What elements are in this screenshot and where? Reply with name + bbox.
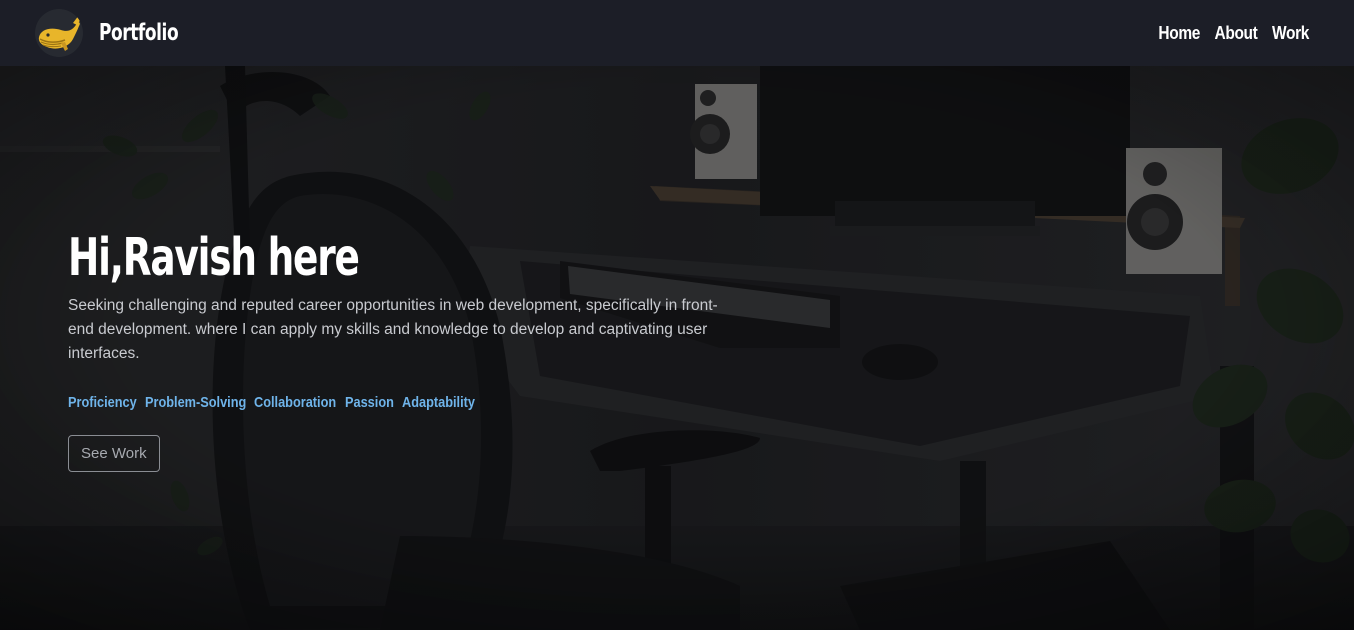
skill-tag: Collaboration [254, 394, 337, 411]
hero-section: Hi,Ravish here Seeking challenging and r… [0, 66, 1354, 630]
hero-title: Hi,Ravish here [68, 228, 360, 288]
see-work-button[interactable]: See Work [68, 435, 160, 472]
hero-content: Hi,Ravish here Seeking challenging and r… [68, 226, 728, 472]
whale-logo-icon[interactable] [35, 9, 83, 57]
skill-tag: Problem-Solving [145, 394, 247, 411]
nav-link-about[interactable]: About [1211, 23, 1261, 44]
brand[interactable]: Portfolio [35, 9, 196, 57]
skill-tag: Adaptability [402, 394, 475, 411]
skills-list: Proficiency Problem-Solving Collaboratio… [68, 394, 728, 411]
skill-tag: Proficiency [68, 394, 137, 411]
brand-name[interactable]: Portfolio [99, 20, 179, 46]
skill-tag: Passion [345, 394, 394, 411]
nav-links: Home About Work [1151, 23, 1316, 44]
navbar: Portfolio Home About Work [0, 0, 1354, 66]
nav-link-home[interactable]: Home [1154, 23, 1203, 44]
nav-link-work[interactable]: Work [1268, 23, 1312, 44]
hero-description: Seeking challenging and reputed career o… [68, 297, 718, 362]
